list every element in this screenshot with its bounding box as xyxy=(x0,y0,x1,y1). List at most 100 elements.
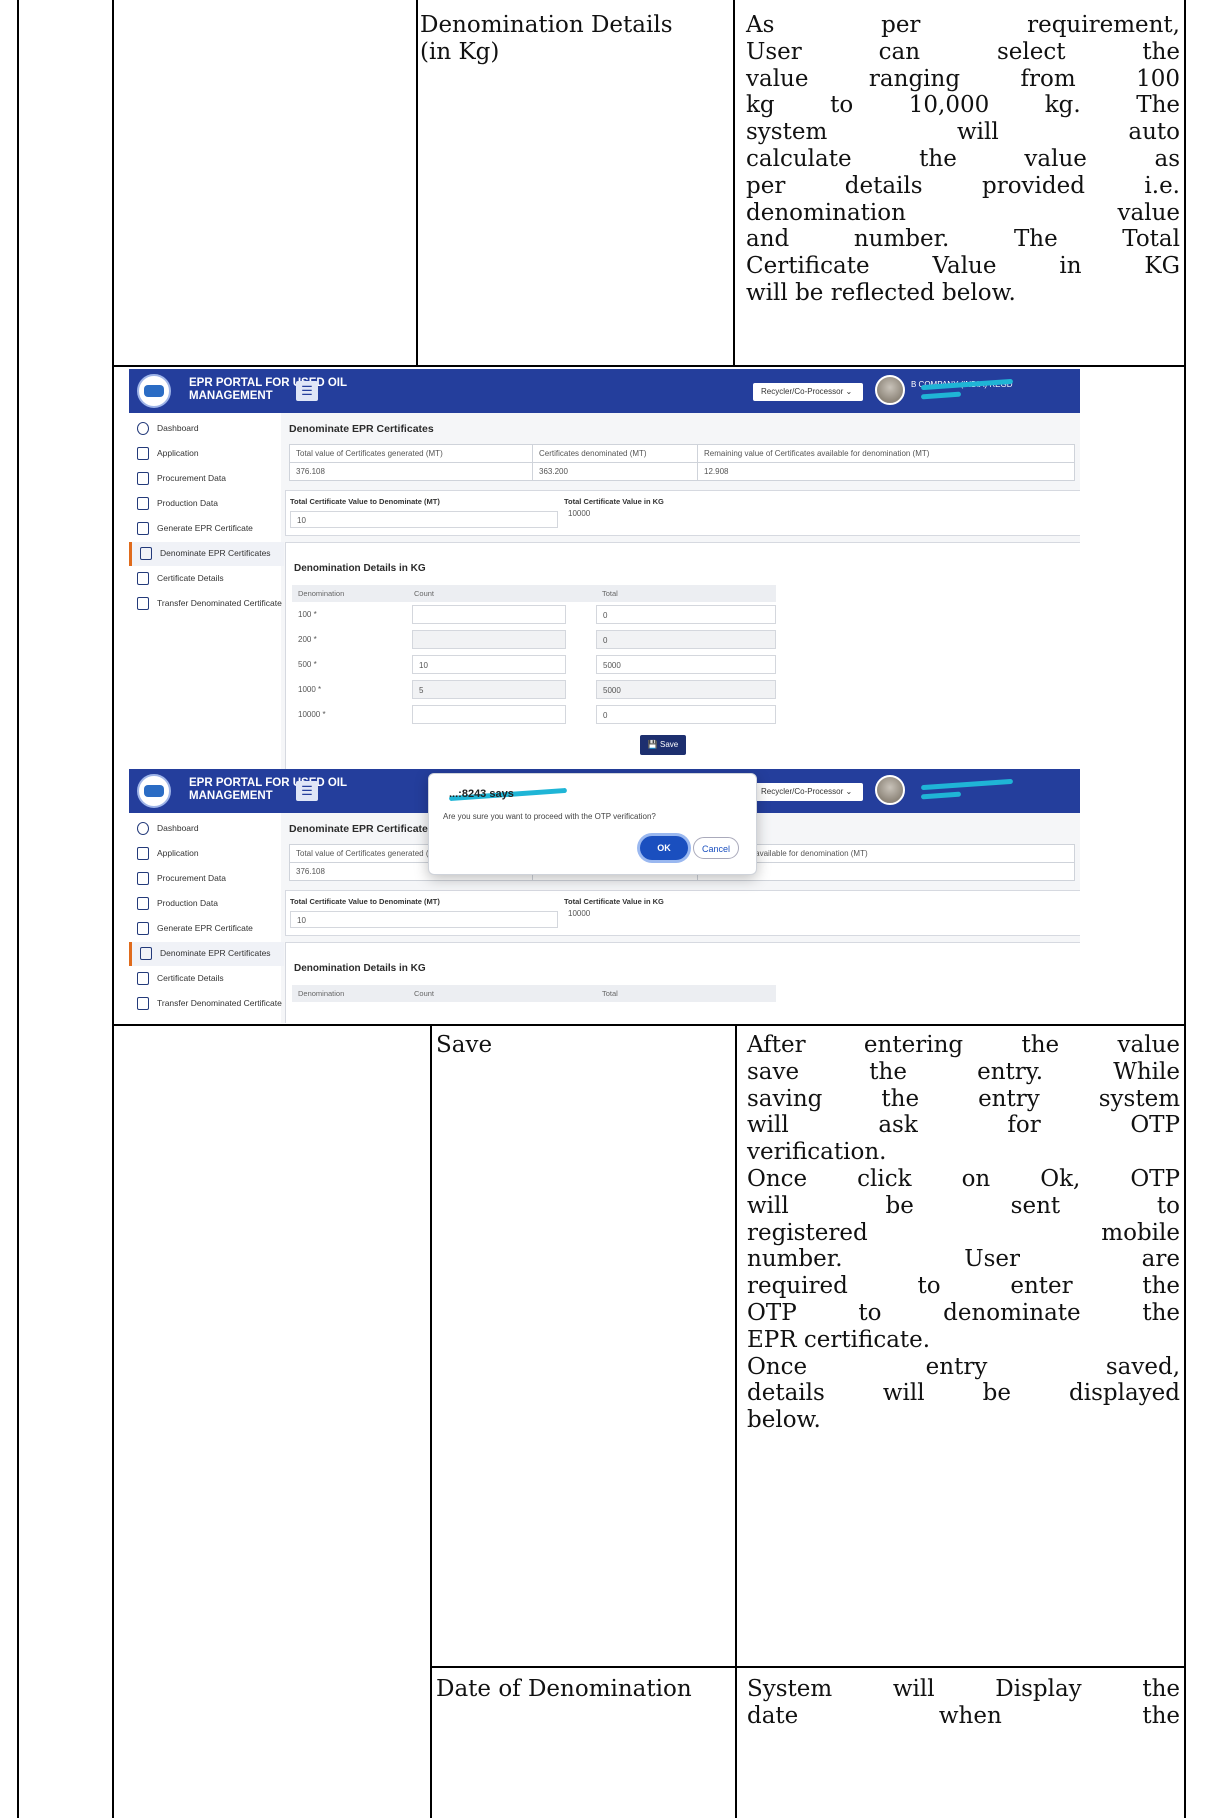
redaction-mark xyxy=(920,778,1014,791)
table-header-cell: Total value of Certificates generated (M… xyxy=(289,444,533,463)
cpcb-logo xyxy=(137,774,171,808)
sidebar-item-generate[interactable]: Generate EPR Certificate xyxy=(129,917,281,941)
document-icon xyxy=(137,447,149,460)
denomination-label: 10000 * xyxy=(298,710,326,719)
sidebar-item-label: Denominate EPR Certificates xyxy=(160,948,271,958)
chevron-down-icon: ⌄ xyxy=(845,787,853,796)
total-field: 0 xyxy=(596,605,776,624)
sidebar-item-production[interactable]: Production Data xyxy=(129,892,281,916)
document-icon xyxy=(137,897,149,910)
total-to-denominate-input[interactable]: 10 xyxy=(290,911,558,928)
field-label: Total Certificate Value in KG xyxy=(564,497,664,506)
table-header-cell: Denomination xyxy=(298,989,345,998)
brand-line: MANAGEMENT xyxy=(189,390,273,402)
avatar[interactable] xyxy=(875,775,905,805)
document-icon xyxy=(137,472,149,485)
dashboard-icon xyxy=(137,422,149,435)
sidebar-item-transfer[interactable]: Transfer Denominated Certificate xyxy=(129,992,282,1016)
count-input[interactable] xyxy=(412,630,566,649)
cancel-button[interactable]: Cancel xyxy=(693,837,739,859)
denomination-label: 500 * xyxy=(298,660,317,669)
table-row-line xyxy=(112,1024,1186,1026)
field-name-line: (in Kg) xyxy=(420,38,500,65)
sidebar-item-application[interactable]: Application xyxy=(129,842,281,866)
sidebar-item-dashboard[interactable]: Dashboard xyxy=(129,817,281,841)
total-in-kg-value: 10000 xyxy=(568,909,591,918)
table-header-cell: Total xyxy=(602,989,618,998)
role-select-value: Recycler/Co-Processor xyxy=(761,787,844,796)
sidebar-item-label: Generate EPR Certificate xyxy=(157,523,253,533)
description-line: date when the xyxy=(747,1702,1180,1729)
cpcb-logo xyxy=(137,374,171,408)
count-input[interactable]: 5 xyxy=(412,680,566,699)
sidebar: Dashboard Application Procurement Data P… xyxy=(129,413,284,769)
description-line: System will Display the xyxy=(747,1676,1180,1702)
field-name-denomination: Denomination Details (in Kg) xyxy=(420,12,720,66)
description-line: will ask for OTP xyxy=(747,1112,1180,1139)
totals-panel: Total Certificate Value to Denominate (M… xyxy=(285,490,1080,536)
description-line: registered mobile xyxy=(747,1219,1180,1246)
portal-screenshot-dialog: EPR PORTAL FOR USED OIL MANAGEMENT ☰ Rec… xyxy=(129,769,1080,1023)
hamburger-icon[interactable]: ☰ xyxy=(296,381,318,401)
description-line: denomination value xyxy=(746,199,1180,226)
table-row: Total value of Certificates generated (M… xyxy=(289,444,1075,463)
sidebar-item-application[interactable]: Application xyxy=(129,442,281,466)
role-select[interactable]: Recycler/Co-Processor ⌄ xyxy=(753,783,863,801)
save-button-label: Save xyxy=(659,740,679,749)
description-line: As per requirement, xyxy=(746,12,1180,38)
sidebar-item-certificate-details[interactable]: Certificate Details xyxy=(129,567,281,591)
description-line: below. xyxy=(747,1407,821,1434)
avatar[interactable] xyxy=(875,375,905,405)
document-icon xyxy=(137,872,149,885)
field-label: Total Certificate Value in KG xyxy=(564,897,664,906)
sidebar: Dashboard Application Procurement Data P… xyxy=(129,813,284,1023)
total-field: 5000 xyxy=(596,680,776,699)
portal-screenshot-form: EPR PORTAL FOR USED OIL MANAGEMENT ☰ Rec… xyxy=(129,369,1080,769)
totals-panel: Total Certificate Value to Denominate (M… xyxy=(285,890,1080,936)
table-cell: 376.108 xyxy=(289,462,533,481)
role-select-value: Recycler/Co-Processor xyxy=(761,387,844,396)
sidebar-item-certificate-details[interactable]: Certificate Details xyxy=(129,967,281,991)
sidebar-item-procurement[interactable]: Procurement Data xyxy=(129,467,281,491)
description-line: and number. The Total xyxy=(746,226,1180,253)
sidebar-item-transfer[interactable]: Transfer Denominated Certificate xyxy=(129,592,282,616)
page-title: Denominate EPR Certificates xyxy=(289,823,434,835)
hamburger-icon[interactable]: ☰ xyxy=(296,781,318,801)
redaction-mark xyxy=(920,391,962,400)
ok-button[interactable]: OK xyxy=(640,836,688,860)
field-description-date: System will Display the date when the xyxy=(747,1676,1180,1730)
sidebar-item-label: Production Data xyxy=(157,898,218,908)
sidebar-item-procurement[interactable]: Procurement Data xyxy=(129,867,281,891)
total-to-denominate-input[interactable]: 10 xyxy=(290,511,558,528)
description-line: system will auto xyxy=(746,119,1180,146)
table-header-cell: Count xyxy=(414,589,435,598)
document-icon xyxy=(137,497,149,510)
description-line: will be reflected below. xyxy=(746,279,1016,306)
sidebar-item-label: Generate EPR Certificate xyxy=(157,923,253,933)
description-line: After entering the value xyxy=(747,1032,1180,1058)
description-line: details will be displayed xyxy=(747,1380,1180,1407)
field-name-date: Date of Denomination xyxy=(436,1676,692,1702)
field-label: Total Certificate Value to Denominate (M… xyxy=(290,897,440,906)
portal-brand: EPR PORTAL FOR USED OIL MANAGEMENT xyxy=(189,777,347,803)
table-header-cell: Total xyxy=(602,589,618,598)
document-icon xyxy=(137,572,149,585)
role-select[interactable]: Recycler/Co-Processor ⌄ xyxy=(753,383,863,401)
count-input[interactable] xyxy=(412,705,566,724)
count-input[interactable]: 10 xyxy=(412,655,566,674)
total-in-kg-value: 10000 xyxy=(568,509,591,518)
count-input[interactable] xyxy=(412,605,566,624)
save-button[interactable]: 💾 Save xyxy=(640,735,686,755)
denomination-label: 200 * xyxy=(298,635,317,644)
sidebar-item-label: Transfer Denominated Certificate xyxy=(157,998,282,1008)
sidebar-item-dashboard[interactable]: Dashboard xyxy=(129,417,281,441)
sidebar-item-generate[interactable]: Generate EPR Certificate xyxy=(129,517,281,541)
sidebar-item-label: Dashboard xyxy=(157,423,199,433)
sidebar-item-production[interactable]: Production Data xyxy=(129,492,281,516)
sidebar-item-denominate[interactable]: Denominate EPR Certificates xyxy=(129,942,284,966)
description-line: OTP to denominate the xyxy=(747,1299,1180,1326)
sidebar-item-denominate[interactable]: Denominate EPR Certificates xyxy=(129,542,284,566)
field-description-save: After entering the value save the entry. … xyxy=(747,1032,1180,1434)
brand-line: EPR PORTAL FOR USED OIL xyxy=(189,777,348,789)
sidebar-item-label: Application xyxy=(157,448,199,458)
